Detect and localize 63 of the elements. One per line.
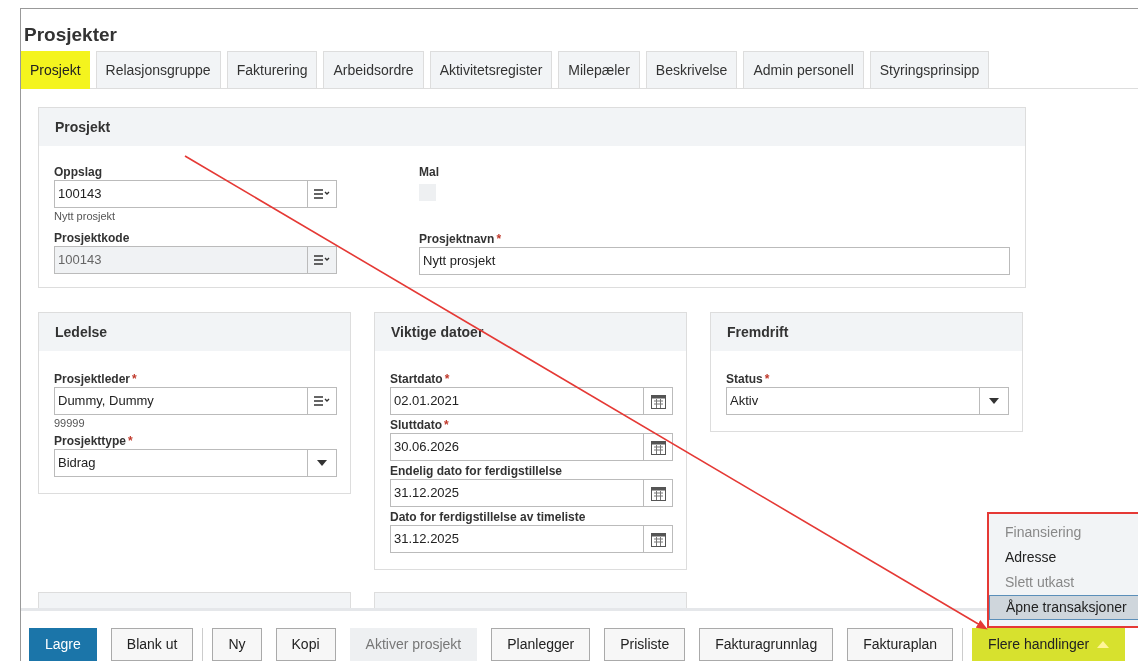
panel-header: Ledelse [39, 313, 350, 351]
list-dropdown-icon [314, 396, 330, 406]
calendar-icon [650, 439, 666, 455]
tab[interactable]: Relasjonsgruppe [95, 51, 221, 89]
input-field[interactable]: Nytt prosjekt [419, 247, 1010, 275]
field-hint: Nytt prosjekt [54, 209, 117, 224]
toolbar-button[interactable]: Fakturaplan [847, 628, 954, 661]
toolbar-button[interactable]: Ny [212, 628, 262, 661]
menu-item[interactable]: Åpne transaksjoner [989, 595, 1138, 620]
list-dropdown-icon [314, 255, 330, 265]
field-hint: 99999 [54, 416, 86, 431]
page-title: Prosjekter [24, 23, 117, 47]
input-field[interactable]: 31.12.2025 [390, 525, 673, 553]
field-label: Prosjektleder * [54, 371, 138, 387]
calendar-icon [650, 531, 666, 547]
required-mark: * [132, 371, 137, 387]
dropdown-field[interactable]: Aktiv [726, 387, 1009, 415]
toolbar-button[interactable]: Kopi [275, 628, 336, 661]
input-field[interactable]: Dummy, Dummy [54, 387, 337, 415]
field-label: Prosjektnavn * [419, 231, 503, 247]
tab[interactable]: Arbeidsordre [323, 51, 424, 89]
toolbar-button[interactable]: Blank ut [110, 628, 194, 661]
tab[interactable]: Prosjekt [21, 51, 90, 89]
required-mark: * [128, 433, 133, 449]
tab[interactable]: Beskrivelse [645, 51, 738, 89]
dropdown-field[interactable]: Bidrag [54, 449, 337, 477]
panel-header: Fremdrift [711, 313, 1022, 351]
toolbar-button[interactable]: Aktiver prosjekt [349, 628, 478, 661]
toolbar-button[interactable]: Planlegger [491, 628, 591, 661]
list-dropdown-icon [314, 189, 330, 199]
calendar-icon [650, 393, 666, 409]
tab[interactable]: Styringsprinsipp [869, 51, 990, 89]
field-label: Prosjektkode [54, 230, 131, 246]
tab[interactable]: Milepæler [558, 51, 640, 89]
field-label: Dato for ferdigstillelse av timeliste [390, 509, 587, 525]
toolbar-button[interactable]: Flere handlinger [972, 628, 1126, 661]
required-mark: * [496, 231, 502, 247]
toolbar-button[interactable]: Fakturagrunnlag [699, 628, 834, 661]
input-field[interactable]: 31.12.2025 [390, 479, 673, 507]
input-field[interactable]: 02.01.2021 [390, 387, 673, 415]
panel-header: Prosjekt [39, 108, 1025, 146]
panel-header: Viktige datoer [375, 313, 686, 351]
caret-down-icon [317, 460, 327, 466]
tab[interactable]: Fakturering [226, 51, 318, 89]
toolbar-button[interactable]: Lagre [29, 628, 97, 661]
field-label: Endelig dato for ferdigstillelse [390, 463, 564, 479]
calendar-icon [650, 485, 666, 501]
field-label: Status * [726, 371, 771, 387]
toolbar-button[interactable]: Prisliste [604, 628, 686, 661]
caret-down-icon [989, 398, 999, 404]
input-field[interactable]: 30.06.2026 [390, 433, 673, 461]
required-mark: * [764, 371, 770, 387]
menu-item[interactable]: Adresse [989, 545, 1138, 570]
tab[interactable]: Aktivitetsregister [429, 51, 553, 89]
field-label: Prosjekttype * [54, 433, 134, 449]
required-mark: * [444, 371, 450, 387]
field-label: Oppslag [54, 164, 103, 180]
field-label: Sluttdato * [390, 417, 450, 433]
field-label: Mal [419, 164, 440, 180]
tab[interactable]: Admin personell [743, 51, 864, 89]
field-label: Startdato * [390, 371, 451, 387]
required-mark: * [444, 417, 449, 433]
input-field[interactable]: 100143 [54, 180, 337, 208]
